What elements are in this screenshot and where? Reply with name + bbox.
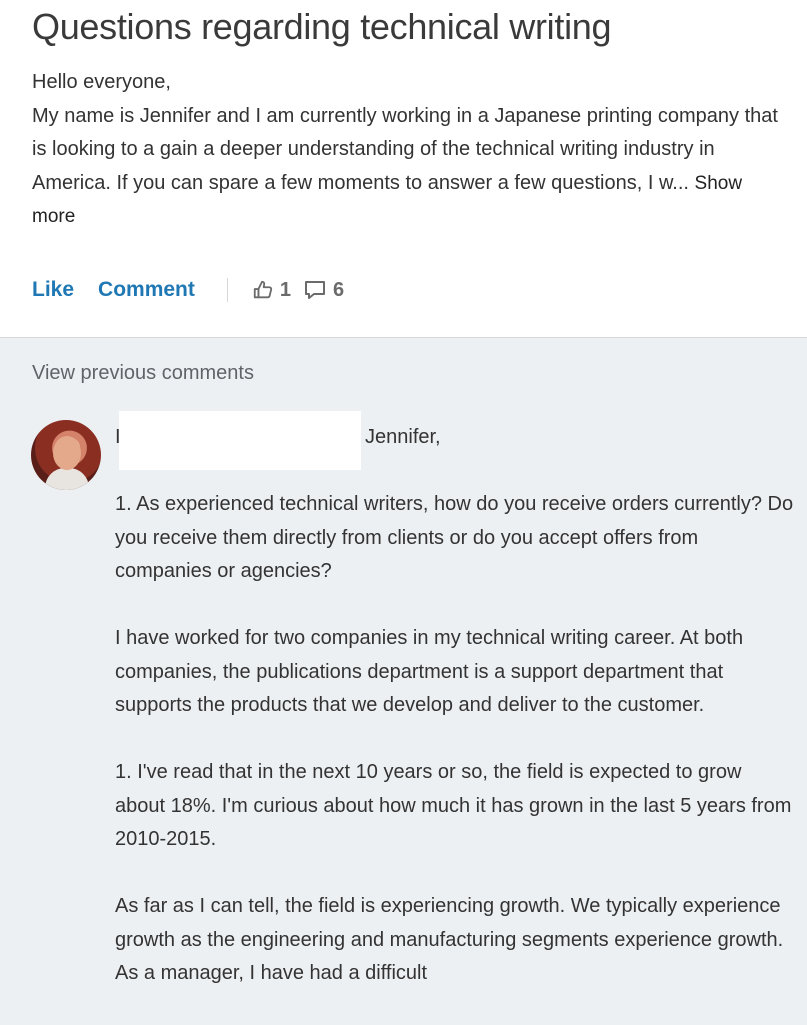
post-card: Questions regarding technical writing He… [0,0,807,337]
comment-button[interactable]: Comment [98,278,195,302]
post-text-content: My name is Jennifer and I am currently w… [32,104,778,194]
like-button[interactable]: Like [32,278,74,302]
avatar[interactable] [31,420,101,490]
comments-count-value: 6 [333,278,345,301]
likes-count[interactable]: 1 [252,279,291,302]
avatar-shirt [45,468,89,490]
speech-bubble-icon [305,281,325,299]
post-title: Questions regarding technical writing [32,6,612,47]
post-actions: Like Comment 1 6 [32,272,344,308]
comment-paragraph: As far as I can tell, the field is exper… [115,895,784,984]
post-text: My name is Jennifer and I am currently w… [32,100,782,234]
comment-paragraph: I have worked for two companies in my te… [115,627,744,716]
likes-count-value: 1 [279,278,291,301]
post-body: Hello everyone, My name is Jennifer and … [32,66,782,234]
view-previous-comments-link[interactable]: View previous comments [32,362,254,385]
comment-salutation: Jennifer, [365,426,441,448]
comments-count[interactable]: 6 [303,279,344,302]
comment-body: 1. As experienced technical writers, how… [115,488,795,1024]
redaction-block [119,411,361,470]
avatar-head [53,436,81,470]
post-greeting: Hello everyone, [32,71,171,93]
comments-section: View previous comments I Jennifer, 1. As… [0,337,807,1025]
comment-paragraph: 1. As experienced technical writers, how… [115,493,794,582]
comment-paragraph: 1. I've read that in the next 10 years o… [115,761,792,850]
thumbs-up-icon [253,280,272,299]
actions-divider [226,278,228,302]
